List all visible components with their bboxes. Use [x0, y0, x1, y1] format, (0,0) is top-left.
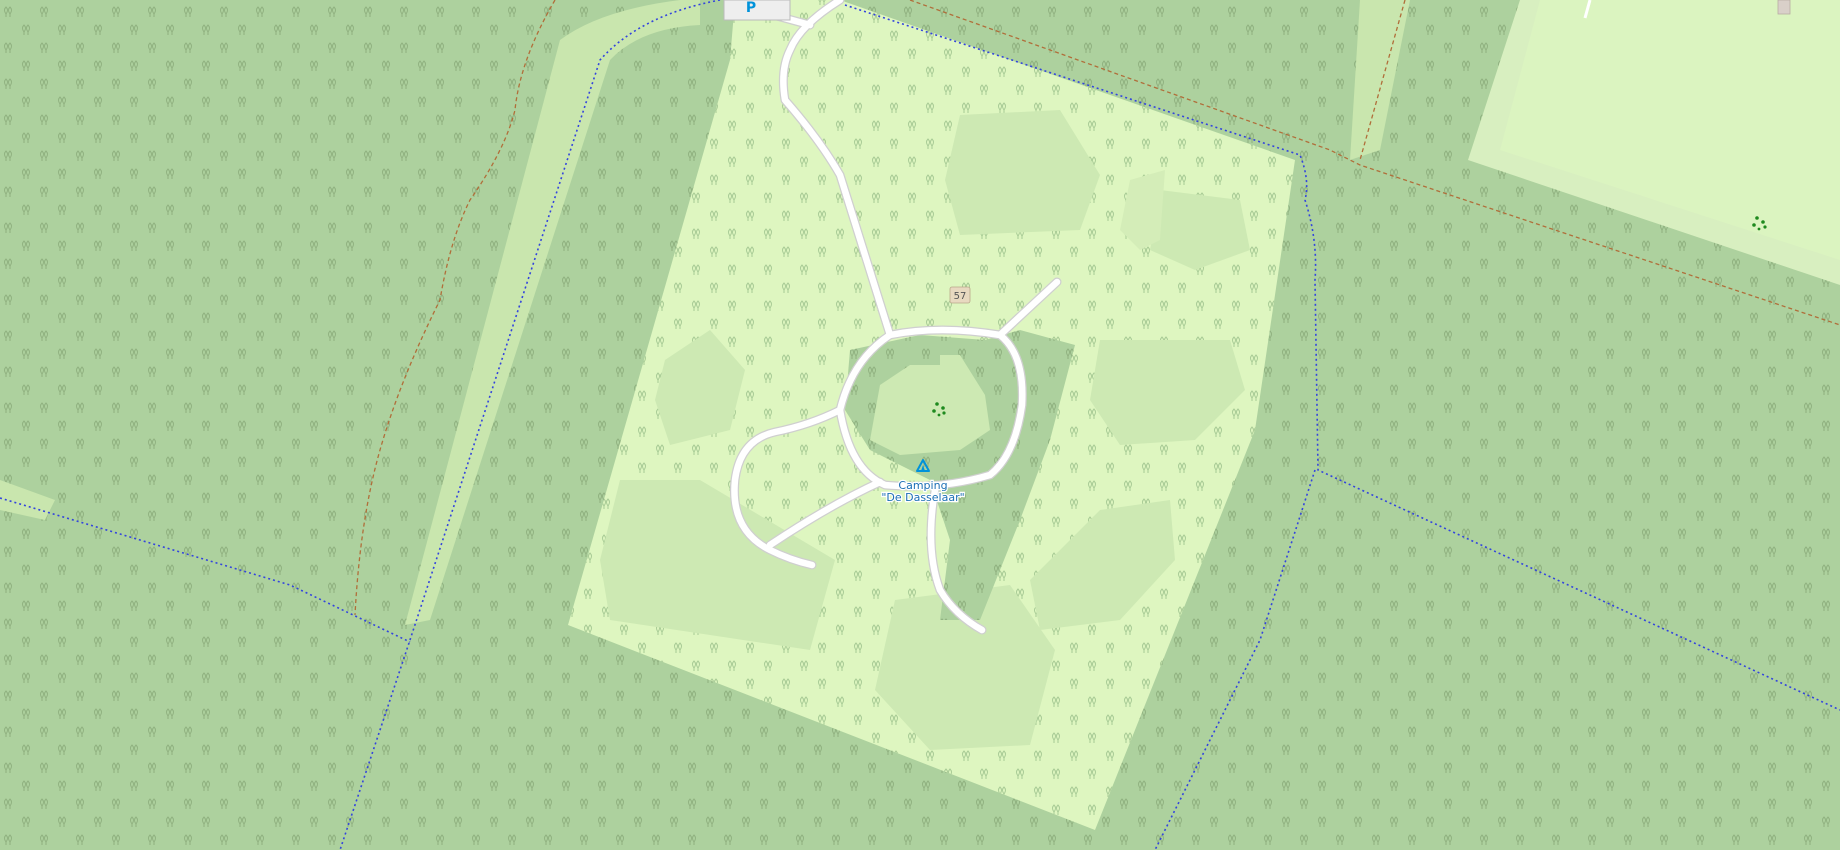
parking-icon[interactable]: P: [746, 0, 756, 16]
map-canvas[interactable]: P 57 Camping "De Dasselaar": [0, 0, 1840, 850]
house-number: 57: [949, 286, 971, 304]
small-building: [1777, 0, 1791, 15]
svg-text:57: 57: [954, 291, 967, 302]
campsite-label-line2: "De Dasselaar": [881, 491, 964, 504]
parking-lot[interactable]: P: [723, 0, 791, 21]
